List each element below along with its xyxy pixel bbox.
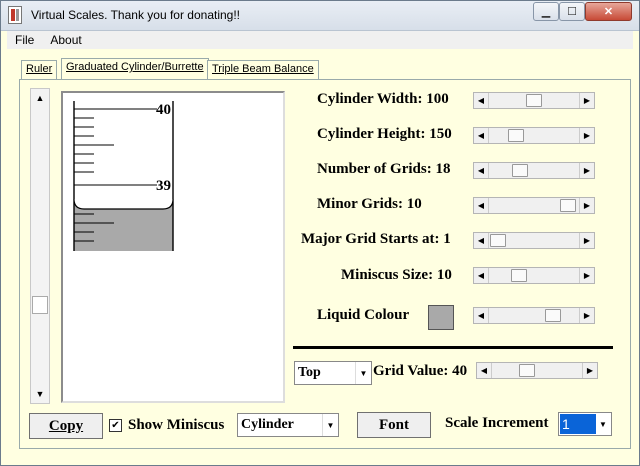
slider-left-icon[interactable]: ◀	[474, 128, 489, 143]
show-miniscus-label: Show Miniscus	[128, 417, 225, 433]
slider-right-icon[interactable]: ▶	[579, 308, 594, 323]
cylinder-height-label: Cylinder Height: 150	[317, 126, 452, 142]
scale-increment-select[interactable]: 1 ▼	[558, 412, 612, 436]
slider-left-icon[interactable]: ◀	[474, 163, 489, 178]
chevron-down-icon[interactable]: ▼	[322, 414, 338, 436]
cylinder-canvas: 40 39	[61, 91, 285, 403]
major-grid-start-slider[interactable]: ◀ ▶	[473, 232, 595, 249]
slider-left-icon[interactable]: ◀	[474, 308, 489, 323]
section-divider	[293, 346, 613, 349]
grid-position-select[interactable]: Top ▼	[294, 361, 372, 385]
major-grid-start-label: Major Grid Starts at: 1	[301, 231, 451, 247]
miniscus-size-slider[interactable]: ◀ ▶	[473, 267, 595, 284]
liquid-colour-swatch[interactable]	[428, 305, 454, 330]
maximize-icon: ☐	[567, 6, 577, 18]
view-type-value: Cylinder	[241, 417, 294, 432]
grid-value-label: Grid Value: 40	[373, 363, 468, 379]
scale-label-upper: 40	[156, 102, 171, 118]
window-title: Virtual Scales. Thank you for donating!!	[31, 8, 241, 22]
cylinder-width-label: Cylinder Width: 100	[317, 91, 449, 107]
slider-thumb[interactable]	[490, 234, 506, 247]
scale-label-lower: 39	[156, 178, 171, 194]
minimize-button[interactable]: ▁	[533, 2, 559, 21]
slider-left-icon[interactable]: ◀	[474, 268, 489, 283]
tab-balance[interactable]: Triple Beam Balance	[207, 60, 319, 79]
scale-increment-label: Scale Increment	[445, 415, 549, 431]
slider-thumb[interactable]	[512, 164, 528, 177]
miniscus-curve	[73, 198, 174, 210]
scale-increment-value[interactable]: 1	[560, 414, 596, 434]
slider-thumb[interactable]	[519, 364, 535, 377]
menu-about[interactable]: About	[42, 33, 89, 47]
minimize-icon: ▁	[541, 6, 551, 18]
copy-button[interactable]: Copy	[29, 413, 103, 439]
slider-right-icon[interactable]: ▶	[579, 198, 594, 213]
view-type-select[interactable]: Cylinder ▼	[237, 413, 339, 437]
cylinder-height-slider[interactable]: ◀ ▶	[473, 127, 595, 144]
scroll-down-icon[interactable]: ▼	[31, 385, 49, 403]
slider-left-icon[interactable]: ◀	[477, 363, 492, 378]
slider-thumb[interactable]	[545, 309, 561, 322]
number-of-grids-slider[interactable]: ◀ ▶	[473, 162, 595, 179]
show-miniscus-checkbox[interactable]: ✔	[109, 419, 122, 432]
font-button[interactable]: Font	[357, 412, 431, 438]
checkmark-icon: ✔	[111, 420, 120, 431]
grid-value-slider[interactable]: ◀ ▶	[476, 362, 598, 379]
slider-thumb[interactable]	[526, 94, 542, 107]
grid-position-value: Top	[298, 365, 321, 380]
slider-left-icon[interactable]: ◀	[474, 233, 489, 248]
close-icon: ✕	[603, 6, 614, 18]
view-scrollbar[interactable]: ▲ ▼	[30, 88, 50, 404]
close-button[interactable]: ✕	[585, 2, 632, 21]
slider-right-icon[interactable]: ▶	[582, 363, 597, 378]
liquid-colour-slider[interactable]: ◀ ▶	[473, 307, 595, 324]
title-bar: Virtual Scales. Thank you for donating!!…	[1, 1, 639, 31]
slider-right-icon[interactable]: ▶	[579, 93, 594, 108]
chevron-down-icon[interactable]: ▼	[595, 413, 611, 435]
slider-thumb[interactable]	[560, 199, 576, 212]
menu-file[interactable]: File	[7, 33, 42, 47]
app-icon	[8, 6, 22, 24]
minor-grids-slider[interactable]: ◀ ▶	[473, 197, 595, 214]
slider-thumb[interactable]	[508, 129, 524, 142]
tab-ruler[interactable]: Ruler	[21, 60, 58, 79]
menu-bar: File About	[7, 31, 633, 49]
slider-left-icon[interactable]: ◀	[474, 198, 489, 213]
slider-thumb[interactable]	[511, 269, 527, 282]
chevron-down-icon[interactable]: ▼	[355, 362, 371, 384]
miniscus-size-label: Miniscus Size: 10	[341, 267, 452, 283]
slider-right-icon[interactable]: ▶	[579, 268, 594, 283]
slider-right-icon[interactable]: ▶	[579, 233, 594, 248]
scroll-up-icon[interactable]: ▲	[31, 89, 49, 107]
minor-grids-label: Minor Grids: 10	[317, 196, 422, 212]
cylinder-width-slider[interactable]: ◀ ▶	[473, 92, 595, 109]
scrollbar-thumb[interactable]	[32, 296, 48, 314]
slider-right-icon[interactable]: ▶	[579, 163, 594, 178]
app-window: Virtual Scales. Thank you for donating!!…	[0, 0, 640, 466]
liquid-colour-label: Liquid Colour	[317, 307, 410, 323]
slider-left-icon[interactable]: ◀	[474, 93, 489, 108]
number-of-grids-label: Number of Grids: 18	[317, 161, 451, 177]
tab-cylinder[interactable]: Graduated Cylinder/Burrette	[61, 58, 209, 80]
cylinder-drawing: 40 39	[73, 101, 174, 251]
slider-right-icon[interactable]: ▶	[579, 128, 594, 143]
maximize-button[interactable]: ☐	[559, 2, 585, 21]
